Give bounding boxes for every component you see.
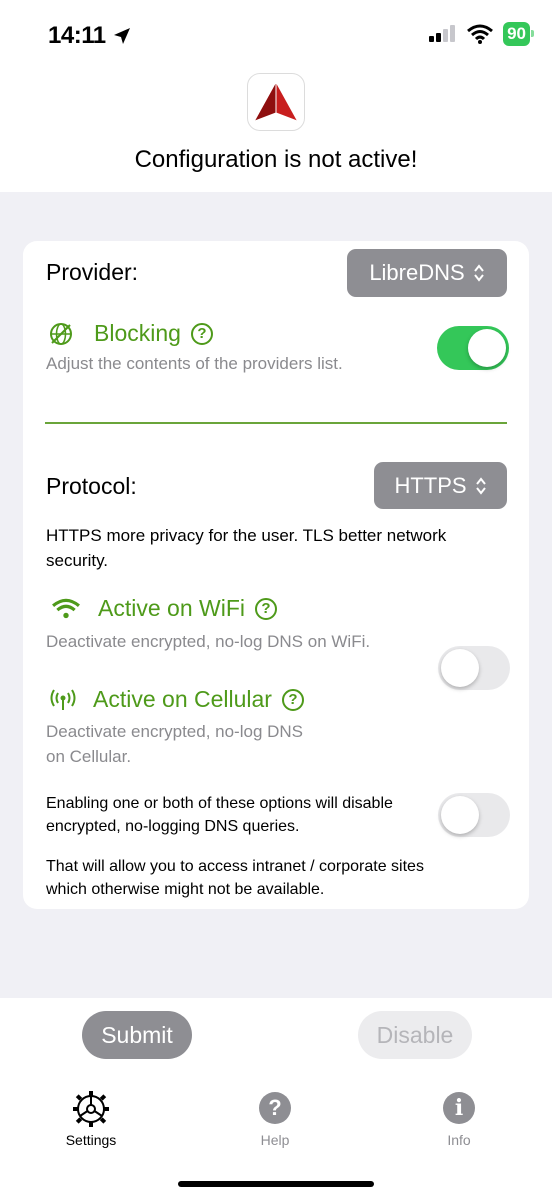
blocking-toggle[interactable] <box>437 326 509 370</box>
wifi-header: Active on WiFi ? <box>52 595 277 622</box>
disable-button[interactable]: Disable <box>358 1011 472 1059</box>
battery-indicator: 90 <box>503 22 534 46</box>
tab-help[interactable]: ? Help <box>215 1092 335 1148</box>
status-bar-indicators: 90 <box>427 22 534 46</box>
cellular-subtitle-line2: on Cellular. <box>46 747 132 766</box>
cellular-signal-icon <box>429 25 456 42</box>
section-divider <box>45 422 507 424</box>
gear-icon <box>73 1091 109 1127</box>
protocol-picker[interactable]: HTTPS <box>374 462 507 509</box>
provider-value: LibreDNS <box>369 260 465 285</box>
wifi-title: Active on WiFi <box>98 595 245 621</box>
protocol-value: HTTPS <box>394 472 467 498</box>
app-logo <box>247 73 305 131</box>
note2-line2: which otherwise might not be available. <box>46 881 325 898</box>
globe-blocked-icon <box>50 322 72 345</box>
note1-line1: Enabling one or both of these options wi… <box>46 795 393 812</box>
note2-line1: That will allow you to access intranet /… <box>46 858 424 875</box>
wifi-icon <box>467 24 494 44</box>
cellular-toggle[interactable] <box>438 793 510 837</box>
provider-picker[interactable]: LibreDNS <box>347 249 507 297</box>
cellular-header: Active on Cellular ? <box>49 686 304 713</box>
info-icon: i <box>443 1092 475 1124</box>
provider-label: Provider: <box>46 259 139 285</box>
wifi-subtitle: Deactivate encrypted, no-log DNS on WiFi… <box>46 632 371 651</box>
protocol-label: Protocol: <box>46 473 137 499</box>
cellular-help-icon[interactable]: ? <box>281 688 304 711</box>
submit-button[interactable]: Submit <box>82 1011 192 1059</box>
antenna-radiowaves-icon <box>50 688 76 710</box>
chevron-up-down-icon <box>473 264 484 282</box>
location-arrow-icon <box>113 28 130 44</box>
cellular-subtitle-line1: Deactivate encrypted, no-log DNS <box>46 722 304 741</box>
time-text: 14:11 <box>48 22 106 49</box>
status-bar-time: 14:11 <box>48 22 132 50</box>
chevron-up-down-icon <box>475 476 486 495</box>
blocking-header: Blocking ? <box>48 320 213 347</box>
tab-info-label: Info <box>447 1132 471 1148</box>
tab-help-label: Help <box>260 1132 290 1148</box>
wifi-toggle[interactable] <box>438 646 510 690</box>
tab-info[interactable]: i Info <box>399 1092 519 1148</box>
wifi-help-icon[interactable]: ? <box>254 597 277 620</box>
cellular-title: Active on Cellular <box>93 686 272 712</box>
blocking-help-icon[interactable]: ? <box>190 322 213 345</box>
home-indicator <box>178 1181 374 1187</box>
blocking-subtitle: Adjust the contents of the providers lis… <box>46 354 343 373</box>
protocol-description: HTTPS more privacy for the user. TLS bet… <box>46 526 447 570</box>
question-icon: ? <box>259 1092 291 1124</box>
note1-line2: encrypted, no-logging DNS queries. <box>46 818 300 835</box>
blocking-title: Blocking <box>94 320 181 346</box>
tab-settings-label: Settings <box>65 1132 117 1148</box>
wifi-icon <box>52 598 80 618</box>
red-arrow-logo-icon <box>254 83 298 122</box>
tab-settings[interactable]: Settings <box>31 1090 151 1148</box>
configuration-status-title: Configuration is not active! <box>134 146 418 173</box>
